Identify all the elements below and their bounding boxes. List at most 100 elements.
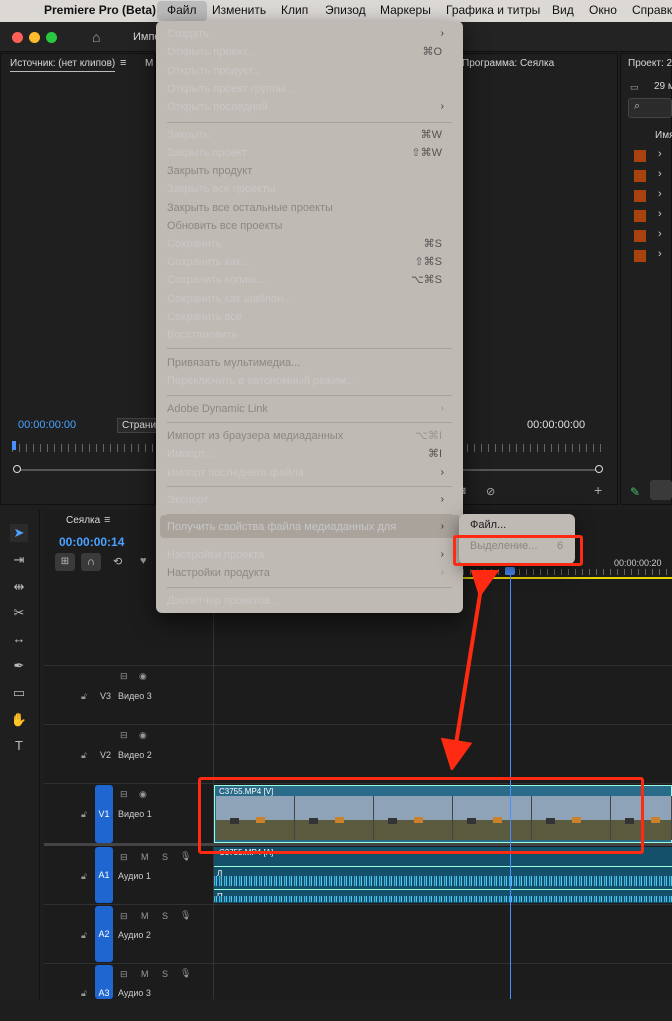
file-menu-item[interactable]: Закрыть все проекты xyxy=(167,180,452,198)
menu-window[interactable]: Окно xyxy=(589,3,617,17)
file-menu-item[interactable]: Экспорт › xyxy=(167,491,452,509)
sync-lock-icon[interactable]: ⊟ xyxy=(120,730,128,741)
track-id-v3[interactable]: V3 xyxy=(100,691,111,701)
slip-tool-icon[interactable]: ↔ xyxy=(10,630,28,648)
file-menu-item[interactable]: Импорт... ⌘I xyxy=(167,445,452,463)
scroll-right-handle[interactable] xyxy=(595,465,603,473)
file-menu-item[interactable]: Сохранить как шаблон... xyxy=(167,290,452,308)
sync-lock-icon[interactable]: ⊟ xyxy=(120,671,128,682)
microphone-icon[interactable]: 🎙︎ xyxy=(180,851,191,862)
file-menu-item[interactable]: Настройки продукта › xyxy=(167,564,452,582)
microphone-icon[interactable]: 🎙︎ xyxy=(180,968,191,979)
panel-menu-icon[interactable]: ≡ xyxy=(120,57,126,69)
scroll-left-handle[interactable] xyxy=(13,465,21,473)
program-panel-title[interactable]: Программа: Сеялка xyxy=(462,58,554,69)
solo-button[interactable]: S xyxy=(162,852,168,862)
project-panel-title[interactable]: Проект: 29 xyxy=(628,58,672,69)
zoom-window-button[interactable] xyxy=(46,32,57,43)
insert-overwrite-icon[interactable]: ⊞ xyxy=(55,553,75,571)
snap-magnet-icon[interactable]: ∩ xyxy=(81,553,101,571)
source-second-tab[interactable]: М xyxy=(145,58,153,69)
pencil-icon[interactable]: ✎ xyxy=(630,485,640,499)
razor-tool-icon[interactable]: ✂ xyxy=(10,604,28,622)
file-menu-item[interactable]: Закрыть ⌘W xyxy=(167,126,452,144)
submenu-file-item[interactable]: Файл... xyxy=(470,519,506,531)
sync-lock-icon[interactable]: ⊟ xyxy=(120,969,128,980)
file-menu-item[interactable]: Закрыть продукт xyxy=(167,162,452,180)
menu-view[interactable]: Вид xyxy=(552,3,574,17)
program-timecode[interactable]: 00:00:00:00 xyxy=(527,419,585,431)
close-window-button[interactable] xyxy=(12,32,23,43)
file-menu-item[interactable]: Обновить все проекты xyxy=(167,217,452,235)
file-menu-item[interactable]: Открыть последний › xyxy=(167,98,452,116)
menu-sequence[interactable]: Эпизод xyxy=(325,3,366,17)
file-menu-item[interactable]: Закрыть все остальные проекты xyxy=(167,199,452,217)
file-menu-item[interactable]: Сохранить как... ⇧⌘S xyxy=(167,253,452,271)
file-menu-item[interactable]: Закрыть проект ⇧⌘W xyxy=(167,144,452,162)
track-target-a3[interactable]: A3 xyxy=(95,965,113,999)
file-menu-item[interactable]: Импорт из браузера медиаданных ⌥⌘I xyxy=(167,427,452,445)
file-menu-item[interactable]: Получить свойства файла медиаданных для › xyxy=(167,518,452,536)
add-button-icon[interactable]: + xyxy=(594,482,602,498)
lock-icon[interactable]: 🔓︎ xyxy=(81,988,87,999)
panel-menu-icon[interactable]: ≡ xyxy=(104,514,110,526)
file-menu-item[interactable]: Привязать мультимедиа... xyxy=(167,354,452,372)
mute-button[interactable]: M xyxy=(141,852,149,862)
file-menu-item[interactable]: Сохранить копию... ⌥⌘S xyxy=(167,271,452,289)
list-view-button[interactable] xyxy=(650,480,672,500)
file-menu-item[interactable]: Диспетчер проектов... xyxy=(167,592,452,610)
app-menu[interactable]: Premiere Pro (Beta) xyxy=(44,3,156,17)
hand-tool-icon[interactable]: ✋ xyxy=(10,711,28,729)
menu-edit[interactable]: Изменить xyxy=(212,3,266,17)
file-menu-item[interactable]: Открыть продукт... xyxy=(167,62,452,80)
file-menu-item[interactable]: Настройки проекта › xyxy=(167,546,452,564)
compare-icon[interactable]: ⊘ xyxy=(486,485,495,498)
expand-chevron-icon[interactable]: › xyxy=(658,188,662,200)
menu-graphics[interactable]: Графика и титры xyxy=(446,3,540,17)
file-menu-item[interactable]: Adobe Dynamic Link › xyxy=(167,400,452,418)
source-panel-title[interactable]: Источник: (нет клипов) xyxy=(10,58,116,72)
timeline-timecode[interactable]: 00:00:00:14 xyxy=(59,535,124,549)
selection-tool-icon[interactable]: ➤ xyxy=(10,524,28,542)
lock-icon[interactable]: 🔓︎ xyxy=(81,930,87,941)
track-select-tool-icon[interactable]: ⇥ xyxy=(10,551,28,569)
page-dropdown[interactable]: Страни xyxy=(117,418,162,433)
track-target-a1[interactable]: A1 xyxy=(95,847,113,903)
linked-selection-icon[interactable]: ⟲ xyxy=(113,555,122,568)
playhead-handle[interactable] xyxy=(505,567,515,575)
monitor-playhead[interactable] xyxy=(12,441,16,450)
ripple-edit-tool-icon[interactable]: ⇹ xyxy=(10,578,28,596)
source-timecode[interactable]: 00:00:00:00 xyxy=(18,419,76,431)
add-marker-icon[interactable]: ♥ xyxy=(140,555,147,567)
solo-button[interactable]: S xyxy=(162,969,168,979)
menu-file[interactable]: Файл xyxy=(167,3,197,17)
pen-tool-icon[interactable]: ✒ xyxy=(10,657,28,675)
menu-help[interactable]: Справка xyxy=(632,3,672,17)
file-menu-item[interactable]: Открыть проект группы... xyxy=(167,80,452,98)
lock-icon[interactable]: 🔓︎ xyxy=(81,809,87,820)
mute-button[interactable]: M xyxy=(141,911,149,921)
rectangle-tool-icon[interactable]: ▭ xyxy=(10,684,28,702)
column-header-name[interactable]: Имя xyxy=(655,130,672,141)
eye-icon[interactable]: ◉ xyxy=(139,789,147,800)
menu-markers[interactable]: Маркеры xyxy=(380,3,431,17)
lock-icon[interactable]: 🔓︎ xyxy=(81,691,87,702)
microphone-icon[interactable]: 🎙︎ xyxy=(180,910,191,921)
audio-clip[interactable] xyxy=(214,847,672,903)
minimize-window-button[interactable] xyxy=(29,32,40,43)
expand-chevron-icon[interactable]: › xyxy=(658,248,662,260)
expand-chevron-icon[interactable]: › xyxy=(658,208,662,220)
file-menu-item[interactable]: Открыть проект... ⌘O xyxy=(167,43,452,61)
expand-chevron-icon[interactable]: › xyxy=(658,168,662,180)
file-menu-item[interactable]: Переключить в автономный режим... xyxy=(167,372,452,390)
file-menu-item[interactable]: Создать › xyxy=(167,25,452,43)
track-target-v1[interactable]: V1 xyxy=(95,785,113,843)
expand-chevron-icon[interactable]: › xyxy=(658,148,662,160)
mute-button[interactable]: M xyxy=(141,969,149,979)
expand-chevron-icon[interactable]: › xyxy=(658,228,662,240)
sync-lock-icon[interactable]: ⊟ xyxy=(120,789,128,800)
sync-lock-icon[interactable]: ⊟ xyxy=(120,852,128,863)
file-menu-item[interactable]: Импорт последнего файла › xyxy=(167,464,452,482)
home-icon[interactable]: ⌂ xyxy=(92,29,100,45)
file-menu-item[interactable]: Сохранить ⌘S xyxy=(167,235,452,253)
